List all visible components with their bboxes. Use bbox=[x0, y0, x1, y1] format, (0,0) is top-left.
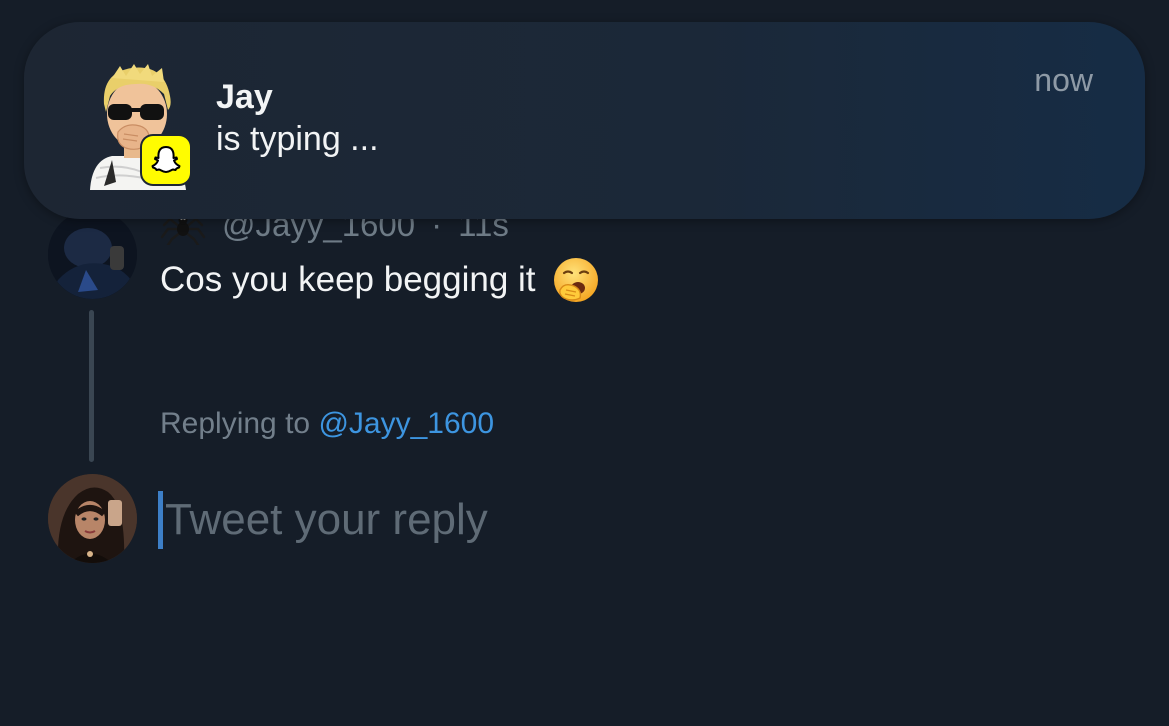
notification-title: Jay bbox=[216, 78, 273, 116]
reply-placeholder: Tweet your reply bbox=[165, 495, 488, 544]
tweet-reply-screen: @Jayy_1600 · 11s Cos you keep begging it bbox=[0, 0, 1169, 726]
snapchat-ghost-icon bbox=[142, 136, 190, 184]
text-cursor bbox=[158, 491, 163, 549]
notification-banner[interactable]: Jay is typing ... now bbox=[24, 22, 1145, 219]
thread-connector-line bbox=[89, 310, 94, 462]
notification-body: is typing ... bbox=[216, 120, 379, 158]
yawning-face-icon bbox=[552, 256, 600, 304]
replying-to: Replying to @Jayy_1600 bbox=[160, 407, 494, 441]
tweet-body: Cos you keep begging it bbox=[160, 256, 600, 304]
user-avatar[interactable] bbox=[48, 474, 137, 563]
reply-input[interactable]: Tweet your reply bbox=[158, 490, 858, 550]
tweet-author-avatar[interactable] bbox=[48, 210, 137, 299]
tweet-text: Cos you keep begging it bbox=[160, 260, 536, 299]
replying-to-label: Replying to bbox=[160, 407, 311, 440]
replying-to-handle[interactable]: @Jayy_1600 bbox=[318, 407, 494, 440]
notification-time: now bbox=[1034, 62, 1093, 98]
